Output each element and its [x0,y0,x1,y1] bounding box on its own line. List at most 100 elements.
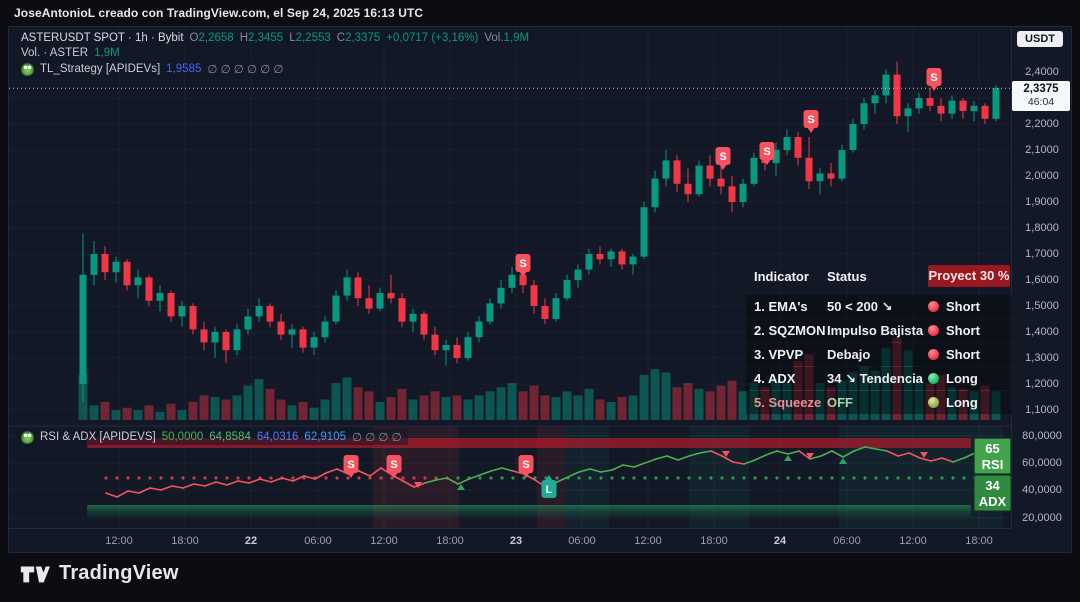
short-signal-flag: S [519,455,534,478]
price-tick-label: 2,4000 [1012,66,1072,78]
candle-body [223,332,230,350]
candle-body [850,124,857,150]
candle-body [718,179,725,187]
close-label: C [337,32,345,44]
volume-bar [288,405,297,420]
svg-text:S: S [522,459,529,471]
signal-table-row: 2. SQZMONImpulso Bajista ↘Short [746,319,1012,342]
indicator-name: 5. Squeeze [754,395,827,410]
signal-table-row: 1. EMA's50 < 200 ↘Short [746,295,1012,318]
time-axis[interactable]: 12:0018:002206:0012:0018:002306:0012:001… [9,528,1011,553]
rsi-line-segment [667,456,678,460]
adx-dot [423,476,426,479]
candle-body [751,158,758,184]
candle-body [498,288,505,304]
symbol-legend-row[interactable]: ASTERUSDT SPOT · 1h · Bybit O2,2658 H2,3… [17,31,535,45]
price-tick-label: 1,6000 [1012,274,1072,286]
candle-body [971,106,978,111]
rsi-gauge-label: RSI [975,457,1010,473]
adx-dot [137,476,140,479]
volume-bar [607,402,616,420]
volume-bar [728,381,737,420]
price-tick-label: 1,5000 [1012,300,1072,312]
rsi-line-segment [315,473,326,479]
candle-body [674,160,681,183]
adx-dot [654,476,657,479]
price-tick-label: 60,0000 [1012,457,1072,469]
volume-bar [156,412,165,420]
volume-bar [464,400,473,421]
rsi-line-segment [623,465,634,467]
rsi-line-segment [216,482,227,485]
currency-badge[interactable]: USDT [1017,31,1063,47]
candle-body [399,298,406,321]
rsi-line-segment [491,468,502,471]
adx-dot [324,476,327,479]
adx-dot [698,476,701,479]
rsi-empty-values: ∅ ∅ ∅ ∅ [352,430,402,444]
candle-body [388,293,395,298]
volume-series-label: Vol. · ASTER [21,47,88,59]
volume-bar [90,405,99,420]
volume-legend-row[interactable]: Vol. · ASTER 1,9M [17,46,126,60]
volume-bar [255,379,264,420]
col-indicator: Indicator [754,269,827,284]
rsi-line-segment [502,468,513,471]
signal-table-row: 5. SqueezeOFFLong [746,391,1012,414]
indicator-name: 2. SQZMON [754,323,827,338]
rsi-value-3: 64,0316 [257,431,299,443]
rsi-line-segment [260,479,271,482]
adx-dot [863,476,866,479]
rsi-gauge-badge: 65 RSI [974,438,1011,474]
price-tick-label: 1,2000 [1012,378,1072,390]
signal-direction: Long [946,371,978,386]
candle-body [300,329,307,347]
adx-dot [896,476,899,479]
price-tick-label: 1,7000 [1012,248,1072,260]
adx-dot [214,476,217,479]
candle-body [784,137,791,150]
candle-body [476,322,483,338]
adx-dot [148,476,151,479]
adx-dot [929,476,932,479]
time-tick-label: 18:00 [700,535,728,547]
candle-body [289,329,296,334]
short-signal-flag: S [516,254,531,277]
svg-text:L: L [546,484,553,496]
rsi-line-segment [469,475,480,479]
candle-body [806,158,813,181]
indicator-status: 50 < 200 ↘ [827,299,928,315]
rsi-line-segment [172,486,183,488]
tradingview-footer[interactable]: TradingView [20,562,179,585]
volume-bar [574,395,583,420]
volume-bar [717,386,726,420]
signal-table-header: Indicator Status Proyect 30 % [746,265,1012,287]
volume-bar [398,389,407,420]
volume-series-value: 1,9M [94,47,120,59]
strategy-value: 1,9585 [166,63,201,75]
volume-bar [651,369,660,420]
signal-cell: Long [928,371,1010,386]
adx-dot [643,476,646,479]
time-tick-label: 06:00 [568,535,596,547]
rsi-indicator-name: RSI & ADX [APIDEVS] [40,431,156,443]
chart-widget: SSSSSSSSL ASTERUSDT SPOT · 1h · Bybit O2… [8,26,1072,553]
rsi-line-segment [161,486,172,490]
change-value: +0,0717 (+3,16%) [386,32,478,44]
rsi-value-1: 50,0000 [162,431,204,443]
short-signal-flag: S [927,68,942,91]
signal-cell: Short [928,299,1010,314]
volume-bar [222,400,231,421]
rsi-legend-row[interactable]: RSI & ADX [APIDEVS] 50,0000 64,8584 64,0… [17,429,408,445]
strategy-legend-row[interactable]: TL_Strategy [APIDEVs] 1,9585 ∅ ∅ ∅ ∅ ∅ ∅ [17,61,289,77]
candle-body [190,306,197,329]
rsi-line-segment [678,456,689,460]
candle-body [443,345,450,350]
short-signal-flag: S [804,110,819,133]
candle-body [729,186,736,202]
adx-dot [940,476,943,479]
signal-direction: Short [946,347,980,362]
adx-dot [412,476,415,479]
chart-plot-area[interactable]: SSSSSSSSL ASTERUSDT SPOT · 1h · Bybit O2… [9,27,1011,528]
volume-bar [629,395,638,420]
